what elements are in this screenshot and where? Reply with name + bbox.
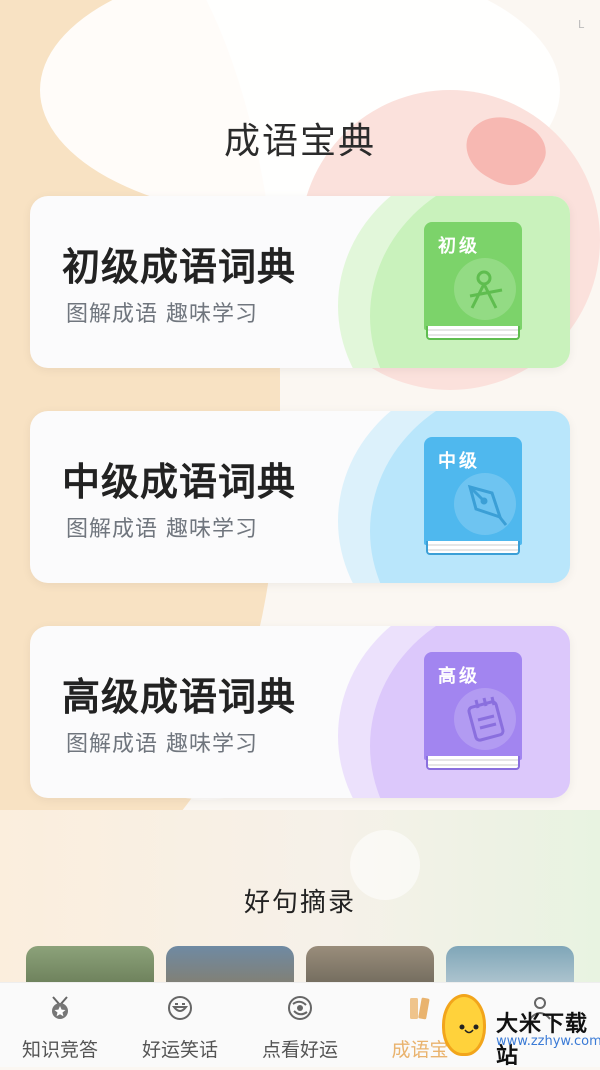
card-beginner-dictionary[interactable]: 初级成语词典 图解成语 趣味学习 初级: [30, 196, 570, 368]
nav-item-fortune[interactable]: 点看好运: [240, 991, 360, 1061]
nav-label: 知识竞答: [21, 1039, 98, 1061]
medal-icon: [52, 996, 68, 1019]
book-pages: [426, 326, 520, 340]
watermark: 大米下载站 www.zzhyw.com: [438, 990, 600, 1069]
nav-item-quiz[interactable]: 知识竞答: [0, 991, 120, 1061]
nav-item-jokes[interactable]: 好运笑话: [120, 991, 240, 1061]
book-level-label: 中级: [438, 451, 480, 472]
book-icon: 初级: [424, 222, 522, 344]
notebook-icon: [454, 688, 516, 750]
page-title: 成语宝典: [223, 121, 376, 162]
card-title: 中级成语词典: [62, 460, 297, 504]
smile-icon: [168, 996, 192, 1020]
book-icon: 中级: [424, 437, 522, 559]
pen-nib-icon: [454, 473, 516, 535]
book-level-label: 高级: [438, 666, 480, 687]
status-mark: L: [578, 18, 585, 31]
book-icon: 高级: [424, 652, 522, 774]
card-advanced-dictionary[interactable]: 高级成语词典 图解成语 趣味学习 高级: [30, 626, 570, 798]
book-pages: [426, 756, 520, 770]
card-subtitle: 图解成语 趣味学习: [66, 732, 258, 757]
compass-icon: [454, 258, 516, 320]
card-subtitle: 图解成语 趣味学习: [66, 517, 258, 542]
fortune-icon: [288, 996, 312, 1020]
books-icon: [410, 997, 430, 1020]
nav-label: 点看好运: [261, 1039, 338, 1061]
nav-label: 好运笑话: [141, 1039, 218, 1061]
card-title: 高级成语词典: [62, 675, 297, 719]
card-intermediate-dictionary[interactable]: 中级成语词典 图解成语 趣味学习 中级: [30, 411, 570, 583]
section-title: 好句摘录: [243, 888, 356, 918]
card-subtitle: 图解成语 趣味学习: [66, 302, 258, 327]
watermark-url: www.zzhyw.com: [496, 1034, 600, 1049]
book-pages: [426, 541, 520, 555]
card-title: 初级成语词典: [62, 245, 297, 289]
mascot-icon: [442, 994, 486, 1056]
book-level-label: 初级: [438, 236, 480, 257]
